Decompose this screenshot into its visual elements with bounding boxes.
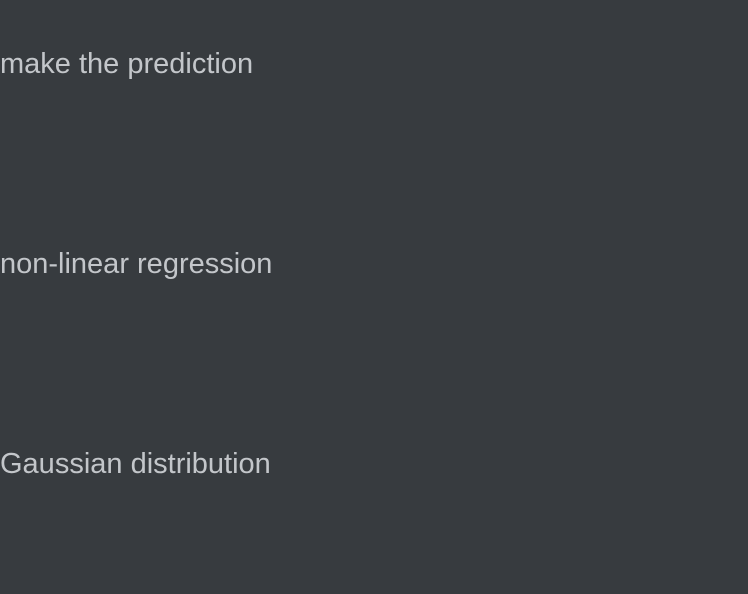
list-item-make-the-prediction[interactable]: make the prediction (0, 44, 253, 84)
term-list: make the prediction non-linear regressio… (0, 0, 748, 594)
list-item-non-linear-regression[interactable]: non-linear regression (0, 244, 272, 284)
list-item-gaussian-distribution[interactable]: Gaussian distribution (0, 444, 271, 484)
